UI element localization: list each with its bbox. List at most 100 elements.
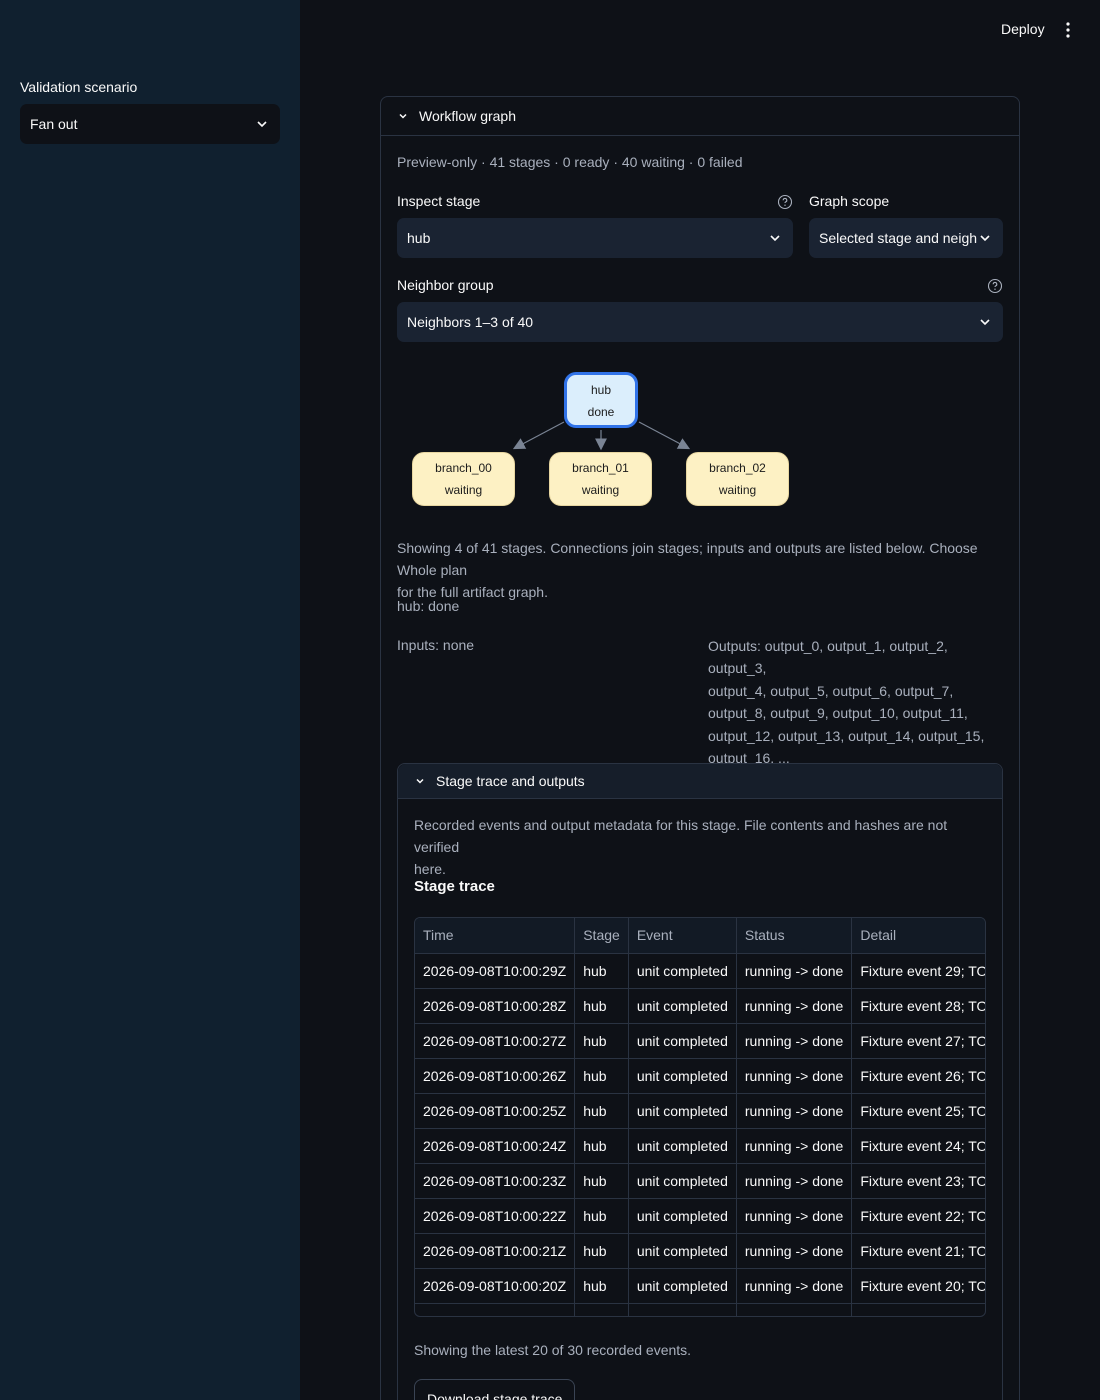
cell-event: unit completed bbox=[628, 953, 737, 989]
cell-stage: hub bbox=[574, 1163, 629, 1199]
graph-node-branch-00[interactable]: branch_00 waiting bbox=[412, 452, 515, 506]
cell-event: unit completed bbox=[628, 1303, 737, 1316]
stage-trace-footer: Showing the latest 20 of 30 recorded eve… bbox=[414, 1342, 692, 1358]
outputs-line: output_4, output_5, output_6, output_7, bbox=[708, 682, 954, 699]
cell-detail: Fixture event 20; TOKEN=< bbox=[851, 1268, 985, 1304]
stage-trace-expander: Stage trace and outputs Recorded events … bbox=[397, 763, 1003, 1400]
cell-stage: hub bbox=[574, 1303, 629, 1316]
cell-detail: Fixture event 23; TOKEN=< bbox=[851, 1163, 985, 1199]
cell-stage: hub bbox=[574, 1233, 629, 1269]
cell-detail: Fixture event 28; TOKEN=< bbox=[851, 988, 985, 1024]
graph-node-branch-01[interactable]: branch_01 waiting bbox=[549, 452, 652, 506]
chevron-down-icon bbox=[412, 773, 428, 789]
cell-time: 2026-09-08T10:00:25Z bbox=[415, 1093, 576, 1129]
cell-status: running -> done bbox=[736, 953, 853, 989]
chevron-down-icon bbox=[254, 116, 270, 132]
cell-status: running -> done bbox=[736, 1233, 853, 1269]
graph-caption-line: Showing 4 of 41 stages. Connections join… bbox=[397, 540, 978, 578]
cell-status: running -> done bbox=[736, 1058, 853, 1094]
cell-stage: hub bbox=[574, 1268, 629, 1304]
cell-detail: Fixture event 25; TOKEN=< bbox=[851, 1093, 985, 1129]
cell-time: 2026-09-08T10:00:19Z bbox=[415, 1303, 576, 1316]
cell-event: unit completed bbox=[628, 1163, 737, 1199]
cell-stage: hub bbox=[574, 1023, 629, 1059]
workflow-graph-expander: Workflow graph Preview-only · 41 stages … bbox=[380, 96, 1020, 1400]
cell-time: 2026-09-08T10:00:26Z bbox=[415, 1058, 576, 1094]
cell-detail: Fixture event 29; TOKEN=< bbox=[851, 953, 985, 989]
outputs-line: Outputs: output_0, output_1, output_2, o… bbox=[708, 638, 948, 677]
column-header-stage[interactable]: Stage bbox=[574, 918, 629, 954]
outputs-line: output_8, output_9, output_10, output_11… bbox=[708, 705, 968, 722]
cell-time: 2026-09-08T10:00:24Z bbox=[415, 1128, 576, 1164]
cell-detail: Fixture event 27; TOKEN=< bbox=[851, 1023, 985, 1059]
table-header-row: Time Stage Event Status Detail bbox=[415, 918, 985, 954]
cell-status: running -> done bbox=[736, 1128, 853, 1164]
vertical-dots-icon[interactable] bbox=[1060, 20, 1076, 40]
column-header-event[interactable]: Event bbox=[628, 918, 737, 954]
stage-trace-table[interactable]: Time Stage Event Status Detail 2026-09-0… bbox=[414, 917, 986, 1317]
stage-inputs: Inputs: none bbox=[397, 637, 475, 653]
cell-time: 2026-09-08T10:00:22Z bbox=[415, 1198, 576, 1234]
cell-status: running -> done bbox=[736, 1198, 853, 1234]
graph-node-hub[interactable]: hub done bbox=[564, 372, 638, 428]
cell-stage: hub bbox=[574, 1058, 629, 1094]
column-header-status[interactable]: Status bbox=[736, 918, 853, 954]
table-row: 2026-09-08T10:00:20Z hub unit completed run… bbox=[415, 1268, 985, 1304]
description-line: here. bbox=[414, 861, 446, 877]
cell-event: unit completed bbox=[628, 1233, 737, 1269]
description-line: Recorded events and output metadata for … bbox=[414, 817, 948, 855]
stage-status: hub: done bbox=[397, 598, 460, 614]
cell-event: unit completed bbox=[628, 1093, 737, 1129]
cell-stage: hub bbox=[574, 1198, 629, 1234]
cell-status: running -> done bbox=[736, 1163, 853, 1199]
table-row: 2026-09-08T10:00:26Z hub unit completed run… bbox=[415, 1058, 985, 1094]
cell-status: running -> done bbox=[736, 1268, 853, 1304]
cell-event: unit completed bbox=[628, 1198, 737, 1234]
cell-stage: hub bbox=[574, 1093, 629, 1129]
cell-detail: Fixture event 22; TOKEN=< bbox=[851, 1198, 985, 1234]
table-row: 2026-09-08T10:00:23Z hub unit completed run… bbox=[415, 1163, 985, 1199]
cell-time: 2026-09-08T10:00:29Z bbox=[415, 953, 576, 989]
scenario-select[interactable]: Fan out bbox=[20, 104, 280, 144]
stage-outputs: Outputs: output_0, output_1, output_2, o… bbox=[708, 635, 1008, 769]
table-row: 2026-09-08T10:00:24Z hub unit completed run… bbox=[415, 1128, 985, 1164]
cell-time: 2026-09-08T10:00:28Z bbox=[415, 988, 576, 1024]
node-status: waiting bbox=[718, 483, 757, 497]
stage-trace-description: Recorded events and output metadata for … bbox=[414, 814, 994, 880]
graph-node-branch-02[interactable]: branch_02 waiting bbox=[686, 452, 789, 506]
deploy-button[interactable]: Deploy bbox=[1001, 21, 1045, 37]
node-status: waiting bbox=[444, 483, 483, 497]
cell-event: unit completed bbox=[628, 1023, 737, 1059]
cell-detail: Fixture event 21; TOKEN=< bbox=[851, 1233, 985, 1269]
cell-time: 2026-09-08T10:00:21Z bbox=[415, 1233, 576, 1269]
scenario-label: Validation scenario bbox=[20, 79, 138, 95]
stage-trace-header-title: Stage trace and outputs bbox=[436, 773, 585, 789]
column-header-detail[interactable]: Detail bbox=[851, 918, 985, 954]
cell-status: running -> done bbox=[736, 988, 853, 1024]
cell-detail: Fixture event 19; TOKEN=< bbox=[851, 1303, 985, 1316]
cell-status: running -> done bbox=[736, 1093, 853, 1129]
cell-detail: Fixture event 24; TOKEN=< bbox=[851, 1128, 985, 1164]
node-status: done bbox=[587, 405, 615, 419]
outputs-line: output_12, output_13, output_14, output_… bbox=[708, 727, 985, 744]
column-header-time[interactable]: Time bbox=[415, 918, 576, 954]
table-row: 2026-09-08T10:00:28Z hub unit completed run… bbox=[415, 988, 985, 1024]
cell-time: 2026-09-08T10:00:20Z bbox=[415, 1268, 576, 1304]
table-row: 2026-09-08T10:00:22Z hub unit completed run… bbox=[415, 1198, 985, 1234]
node-name: branch_01 bbox=[572, 461, 629, 475]
cell-stage: hub bbox=[574, 988, 629, 1024]
stage-trace-header[interactable]: Stage trace and outputs bbox=[398, 764, 1002, 799]
node-name: branch_02 bbox=[709, 461, 766, 475]
node-name: branch_00 bbox=[435, 461, 492, 475]
cell-event: unit completed bbox=[628, 1058, 737, 1094]
node-status: waiting bbox=[581, 483, 620, 497]
table-row: 2026-09-08T10:00:29Z hub unit completed run… bbox=[415, 953, 985, 989]
edge-hub-branch-00 bbox=[512, 421, 565, 450]
graph-caption: Showing 4 of 41 stages. Connections join… bbox=[397, 537, 1007, 603]
table-row: 2026-09-08T10:00:25Z hub unit completed run… bbox=[415, 1093, 985, 1129]
stage-trace-title: Stage trace bbox=[414, 878, 495, 895]
cell-time: 2026-09-08T10:00:27Z bbox=[415, 1023, 576, 1059]
cell-stage: hub bbox=[574, 1128, 629, 1164]
table-row: 2026-09-08T10:00:27Z hub unit completed run… bbox=[415, 1023, 985, 1059]
download-stage-trace-button[interactable]: Download stage trace bbox=[414, 1379, 576, 1400]
